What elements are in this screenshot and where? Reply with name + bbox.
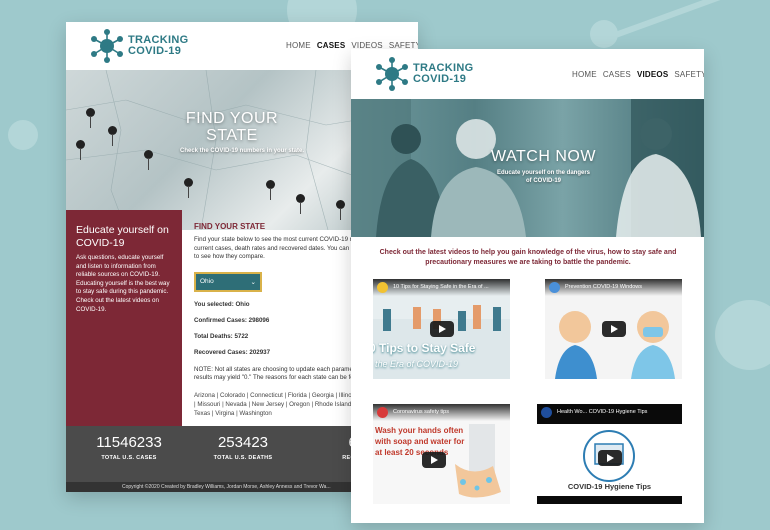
sidebar-body: Ask questions, educate yourself and list… — [76, 254, 170, 313]
video-caption: with soap and water for — [375, 437, 465, 446]
stat-label: TOTAL U.S. CASES — [101, 455, 157, 461]
site-logo[interactable]: TRACKING COVID-19 — [90, 29, 188, 63]
video-card[interactable]: Coronavirus safety tips Wash your hands … — [373, 404, 510, 504]
stat-number: 11546233 — [96, 434, 162, 451]
video-caption: COVID-19 Hygiene Tips — [567, 482, 652, 491]
video-title: 10 Tips for Staying Safe in the Era of .… — [393, 284, 489, 290]
video-title: Prevention COVID-19 Windows — [565, 284, 643, 290]
site-logo[interactable]: TRACKING COVID-19 — [375, 57, 473, 91]
video-title-bar: Prevention COVID-19 Windows — [545, 279, 682, 296]
play-button-icon[interactable] — [421, 452, 446, 468]
video-title: Health Wo... COVID-19 Hygiene Tips — [557, 409, 648, 415]
logo-line2: COVID-19 — [128, 45, 182, 57]
play-button-icon[interactable] — [597, 450, 622, 466]
video-card[interactable]: Prevention COVID-19 Windows — [545, 279, 682, 379]
chevron-down-icon: ⌄ — [250, 278, 256, 286]
play-button-icon[interactable] — [429, 321, 454, 337]
video-card[interactable]: Health Wo... COVID-19 Hygiene Tips COVID… — [537, 404, 682, 504]
nav-cases[interactable]: CASES — [317, 41, 346, 50]
nav-home[interactable]: HOME — [572, 70, 597, 79]
state-select[interactable]: Ohio ⌄ — [194, 271, 262, 292]
heart-icon — [377, 407, 388, 418]
virus-logo-icon — [91, 29, 123, 63]
video-caption: the Era of COVID-19 — [375, 359, 459, 369]
video-title: Coronavirus safety tips — [393, 409, 449, 415]
videos-intro: Check out the latest videos to help you … — [379, 249, 677, 266]
channel-icon — [549, 282, 560, 293]
video-title-bar: 10 Tips for Staying Safe in the Era of .… — [373, 279, 510, 296]
hero-title: WATCH NOW — [491, 148, 596, 165]
nav-safety[interactable]: SAFETY — [674, 70, 704, 79]
educate-sidebar: Educate yourself on COVID-19 Ask questio… — [66, 210, 182, 426]
nav-cases[interactable]: CASES — [603, 70, 631, 79]
map-pin — [336, 200, 345, 220]
stat-number: 253423 — [217, 434, 269, 451]
state-select-value: Ohio — [200, 278, 214, 286]
virus-logo-icon — [376, 57, 408, 91]
map-pin — [184, 178, 193, 198]
video-caption: 0 Tips to Stay Safe — [373, 341, 476, 355]
play-button-icon[interactable] — [601, 321, 626, 337]
map-pin — [296, 194, 305, 214]
stat-total-deaths: 253423 TOTAL U.S. DEATHS — [204, 434, 282, 461]
nav-home[interactable]: HOME — [286, 41, 311, 50]
video-caption: Wash your hands often — [375, 426, 464, 435]
video-title-bar: Coronavirus safety tips — [373, 404, 510, 421]
sidebar-title: Educate yourself on COVID-19 — [76, 224, 169, 249]
bg-circle — [715, 300, 770, 370]
logo-line2: COVID-19 — [413, 73, 467, 85]
bg-line — [608, 0, 724, 40]
hospital-scene — [351, 99, 704, 237]
warning-icon — [377, 282, 388, 293]
bg-circle — [8, 120, 38, 150]
stat-label: TOTAL U.S. DEATHS — [213, 455, 273, 461]
videos-page-mockup: TRACKING COVID-19 HOME CASES VIDEOS SAFE… — [351, 49, 704, 523]
channel-icon — [541, 407, 552, 418]
stat-total-cases: 11546233 TOTAL U.S. CASES — [90, 434, 168, 461]
hero-subtitle: Educate yourself on the dangers of COVID… — [496, 170, 591, 184]
site-header: TRACKING COVID-19 HOME CASES VIDEOS SAFE… — [351, 49, 704, 99]
map-pin — [266, 180, 275, 200]
hero-hospital-photo: WATCH NOW Educate yourself on the danger… — [351, 99, 704, 237]
video-card[interactable]: 10 Tips for Staying Safe in the Era of .… — [373, 279, 510, 379]
main-nav: HOME CASES VIDEOS SAFETY — [572, 70, 704, 79]
video-title-bar: Health Wo... COVID-19 Hygiene Tips — [537, 404, 682, 421]
nav-videos[interactable]: VIDEOS — [637, 70, 668, 79]
